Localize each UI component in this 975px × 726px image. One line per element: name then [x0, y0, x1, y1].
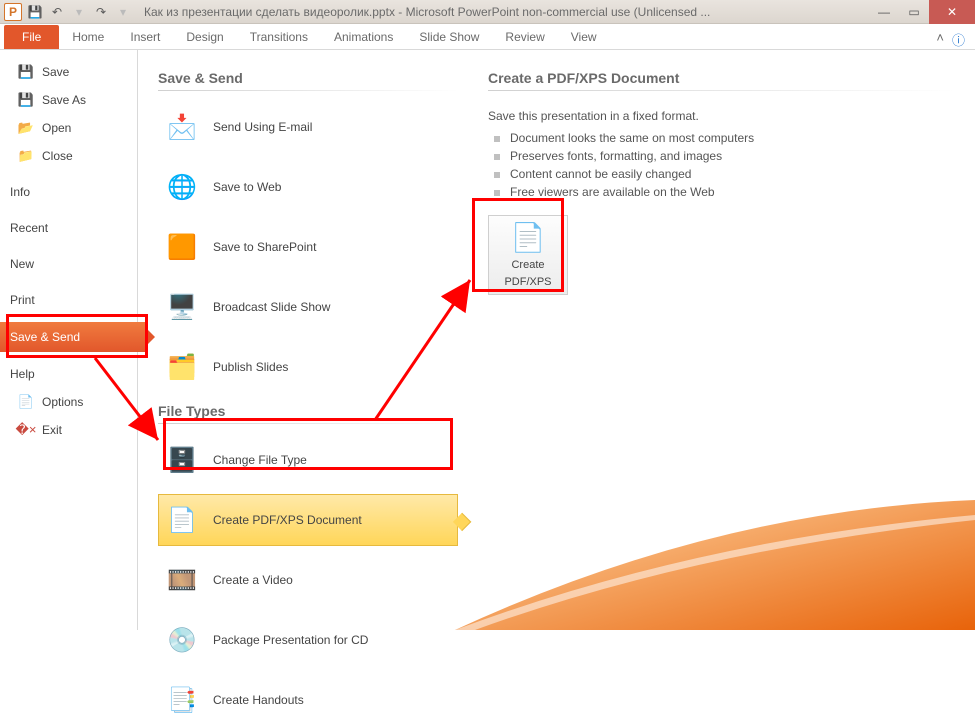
app-icon[interactable]: P [4, 3, 22, 21]
cd-icon: 💿 [165, 623, 199, 657]
opt-label: Create PDF/XPS Document [213, 513, 362, 527]
opt-save-sharepoint[interactable]: 🟧 Save to SharePoint [158, 221, 458, 273]
help-icon[interactable]: ⓘ [952, 30, 965, 49]
nav-print[interactable]: Print [0, 286, 137, 314]
nav-options-label: Options [42, 395, 83, 409]
tab-slideshow[interactable]: Slide Show [406, 25, 492, 49]
nav-open-label: Open [42, 121, 71, 135]
nav-options[interactable]: 📄 Options [0, 388, 137, 416]
divider [158, 90, 458, 91]
nav-recent[interactable]: Recent [0, 214, 137, 242]
tab-insert[interactable]: Insert [117, 25, 173, 49]
tab-design[interactable]: Design [173, 25, 236, 49]
nav-close-label: Close [42, 149, 73, 163]
quick-access-toolbar: P 💾 ↶ ▾ ↷ ▾ [0, 3, 136, 21]
divider [158, 423, 458, 424]
email-icon: 📩 [165, 110, 199, 144]
nav-save-send[interactable]: Save & Send [0, 322, 147, 352]
opt-label: Create Handouts [213, 693, 304, 707]
close-button[interactable]: ✕ [929, 0, 975, 24]
opt-package-cd[interactable]: 💿 Package Presentation for CD [158, 614, 458, 666]
nav-save-as[interactable]: 💾 Save As [0, 86, 137, 114]
broadcast-icon: 🖥️ [165, 290, 199, 324]
bullet: Document looks the same on most computer… [488, 129, 955, 147]
opt-send-email[interactable]: 📩 Send Using E-mail [158, 101, 458, 153]
opt-label: Save to Web [213, 180, 281, 194]
globe-icon: 🌐 [165, 170, 199, 204]
qat-customize-icon[interactable]: ▾ [114, 3, 132, 21]
change-type-icon: 🗄️ [165, 443, 199, 477]
tab-view[interactable]: View [558, 25, 610, 49]
nav-info[interactable]: Info [0, 178, 137, 206]
save-send-column: Save & Send 📩 Send Using E-mail 🌐 Save to … [158, 70, 458, 630]
video-icon: 🎞️ [165, 563, 199, 597]
handouts-icon: 📑 [165, 683, 199, 717]
opt-broadcast[interactable]: 🖥️ Broadcast Slide Show [158, 281, 458, 333]
ribbon-tabs: File Home Insert Design Transitions Anim… [0, 24, 975, 50]
redo-icon[interactable]: ↷ [92, 3, 110, 21]
create-pdf-xps-button[interactable]: 📄 Create PDF/XPS [488, 215, 568, 295]
opt-save-web[interactable]: 🌐 Save to Web [158, 161, 458, 213]
qat-dropdown-icon[interactable]: ▾ [70, 3, 88, 21]
tab-review[interactable]: Review [492, 25, 557, 49]
minimize-button[interactable]: — [869, 0, 899, 24]
bullet: Free viewers are available on the Web [488, 183, 955, 201]
section-file-types-title: File Types [158, 403, 458, 419]
save-icon: 💾 [18, 64, 34, 80]
divider [488, 90, 955, 91]
exit-icon: �× [18, 422, 34, 438]
ribbon-minimize-icon[interactable]: ˄ [936, 30, 944, 49]
bullet: Content cannot be easily changed [488, 165, 955, 183]
nav-save-label: Save [42, 65, 69, 79]
backstage-nav: 💾Save 💾Save As 📂Open 📁Close Info Recent … [0, 50, 138, 630]
nav-new[interactable]: New [0, 250, 137, 278]
nav-exit[interactable]: �× Exit [0, 416, 137, 444]
opt-label: Broadcast Slide Show [213, 300, 330, 314]
nav-help[interactable]: Help [0, 360, 137, 388]
opt-publish-slides[interactable]: 🗂️ Publish Slides [158, 341, 458, 393]
folder-close-icon: 📁 [18, 148, 34, 164]
opt-create-pdf-xps[interactable]: 📄 Create PDF/XPS Document [158, 494, 458, 546]
btn-line1: Create [511, 259, 544, 272]
tab-transitions[interactable]: Transitions [237, 25, 321, 49]
options-icon: 📄 [18, 394, 34, 410]
opt-label: Create a Video [213, 573, 293, 587]
undo-icon[interactable]: ↶ [48, 3, 66, 21]
nav-save[interactable]: 💾 Save [0, 58, 137, 86]
opt-label: Save to SharePoint [213, 240, 316, 254]
sharepoint-icon: 🟧 [165, 230, 199, 264]
tab-file[interactable]: File [4, 25, 59, 49]
maximize-button[interactable]: ▭ [899, 0, 929, 24]
save-as-icon: 💾 [18, 92, 34, 108]
bullet: Preserves fonts, formatting, and images [488, 147, 955, 165]
publish-icon: 🗂️ [165, 350, 199, 384]
details-desc: Save this presentation in a fixed format… [488, 109, 955, 123]
nav-save-as-label: Save As [42, 93, 86, 107]
pdf-icon: 📄 [165, 503, 199, 537]
opt-create-video[interactable]: 🎞️ Create a Video [158, 554, 458, 606]
details-bullets: Document looks the same on most computer… [488, 129, 955, 201]
save-qat-icon[interactable]: 💾 [26, 3, 44, 21]
opt-create-handouts[interactable]: 📑 Create Handouts [158, 674, 458, 726]
nav-close[interactable]: 📁 Close [0, 142, 137, 170]
tab-home[interactable]: Home [59, 25, 117, 49]
window-title: Как из презентации сделать видеоролик.pp… [136, 5, 869, 19]
title-bar: P 💾 ↶ ▾ ↷ ▾ Как из презентации сделать в… [0, 0, 975, 24]
pdf-doc-icon: 📄 [511, 221, 546, 255]
nav-open[interactable]: 📂 Open [0, 114, 137, 142]
nav-exit-label: Exit [42, 423, 62, 437]
opt-label: Send Using E-mail [213, 120, 312, 134]
details-title: Create a PDF/XPS Document [488, 70, 955, 86]
btn-line2: PDF/XPS [504, 276, 551, 289]
opt-change-file-type[interactable]: 🗄️ Change File Type [158, 434, 458, 486]
tab-animations[interactable]: Animations [321, 25, 406, 49]
decorative-swoosh [455, 500, 975, 630]
section-save-send-title: Save & Send [158, 70, 458, 86]
opt-label: Publish Slides [213, 360, 288, 374]
opt-label: Package Presentation for CD [213, 633, 368, 647]
folder-open-icon: 📂 [18, 120, 34, 136]
window-controls: — ▭ ✕ [869, 0, 975, 24]
opt-label: Change File Type [213, 453, 307, 467]
